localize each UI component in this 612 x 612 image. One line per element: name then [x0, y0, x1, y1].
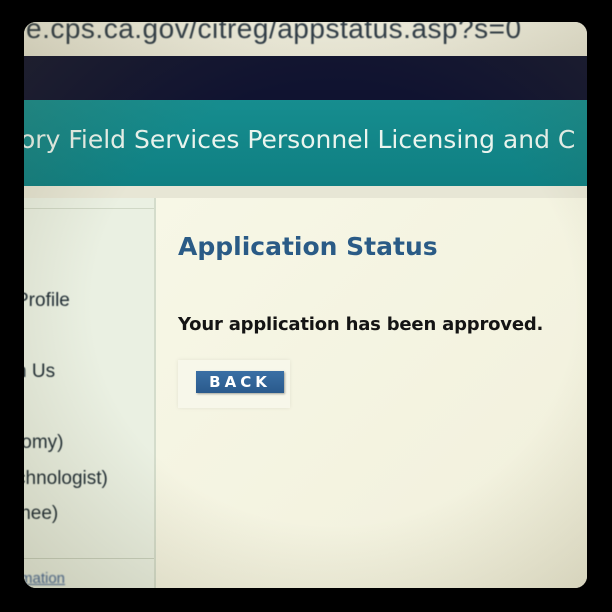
sidebar-item-contact[interactable]: h Us [24, 361, 55, 383]
sidebar-item-trainee[interactable]: inee) [24, 503, 58, 525]
sidebar-divider [24, 208, 154, 209]
browser-toolbar-strip [24, 56, 587, 100]
photo-frame: e.cps.ca.gov/citreg/appstatus.asp?s=0 or… [24, 22, 587, 588]
site-title: ory Field Services Personnel Licensing a… [24, 125, 576, 154]
address-url: e.cps.ca.gov/citreg/appstatus.asp?s=0 [26, 22, 522, 44]
site-header-banner: ory Field Services Personnel Licensing a… [24, 100, 587, 186]
sidebar-bottom-divider [24, 558, 154, 559]
sidebar-item-phlebotomy[interactable]: tomy) [24, 432, 64, 454]
back-button[interactable]: BACK [196, 371, 284, 393]
left-sidebar: Profile h Us tomy) chnologist) inee) mat… [24, 198, 156, 588]
sidebar-information-link[interactable]: mation [24, 570, 65, 587]
main-content: Application Status Your application has … [156, 198, 587, 588]
sidebar-item-technologist[interactable]: chnologist) [24, 468, 108, 490]
sidebar-item-profile[interactable]: Profile [24, 290, 70, 312]
back-button-container: BACK [178, 360, 290, 408]
browser-address-bar[interactable]: e.cps.ca.gov/citreg/appstatus.asp?s=0 [24, 22, 587, 56]
page-title: Application Status [178, 232, 438, 261]
status-message: Your application has been approved. [178, 314, 544, 335]
